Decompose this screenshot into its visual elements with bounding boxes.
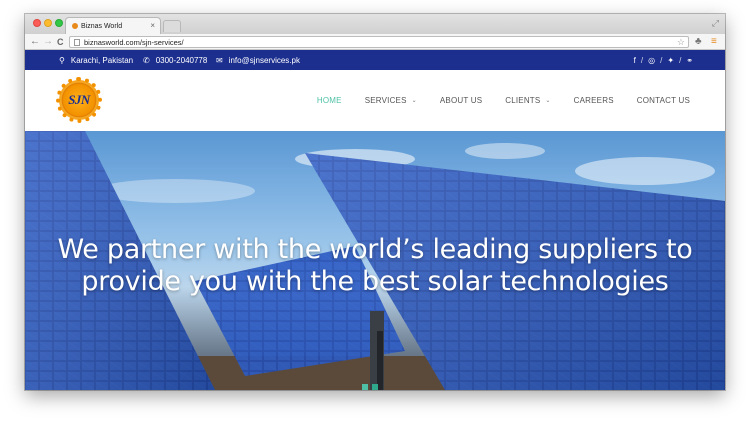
hero-slider: We partner with the world’s leading supp… (25, 131, 725, 390)
phone-icon: ✆ (143, 55, 150, 65)
tab-strip: Biznas World × ⤢ (25, 14, 725, 34)
maximize-window-button[interactable] (55, 19, 63, 27)
browser-tab[interactable]: Biznas World × (65, 17, 161, 34)
close-window-button[interactable] (33, 19, 41, 27)
instagram-icon[interactable]: ◎ (648, 56, 655, 65)
browser-window: Biznas World × ⤢ ← → C biznasworld.com/s… (25, 14, 725, 390)
tab-close-icon[interactable]: × (150, 21, 155, 30)
slider-dots (362, 384, 382, 390)
social-links: f / ◎ / ✦ / ⚭ (633, 55, 693, 65)
url-text: biznasworld.com/sjn-services/ (84, 38, 184, 47)
location-text: Karachi, Pakistan (70, 55, 134, 65)
nav-home[interactable]: HOME (317, 96, 342, 105)
chevron-down-icon: ⌄ (545, 98, 551, 104)
email-info[interactable]: ✉ info@sjnservices.pk (216, 50, 300, 70)
favicon-icon (72, 23, 78, 29)
reload-button[interactable]: C (57, 35, 64, 49)
minimize-window-button[interactable] (44, 19, 52, 27)
twitter-icon[interactable]: ✦ (667, 56, 674, 65)
site-header: SJN HOME SERVICES ⌄ ABOUT US CLIENTS ⌄ CAR… (25, 70, 725, 131)
nav-services[interactable]: SERVICES ⌄ (365, 96, 417, 105)
tab-title: Biznas World (81, 22, 123, 30)
back-button[interactable]: ← (30, 35, 40, 49)
forward-button[interactable]: → (43, 35, 53, 49)
location-info: ⚲ Karachi, Pakistan (59, 50, 133, 70)
nav-careers[interactable]: CAREERS (574, 96, 614, 105)
envelope-icon: ✉ (216, 55, 223, 65)
slider-dot[interactable] (362, 384, 368, 390)
hero-headline: We partner with the world’s leading supp… (57, 234, 693, 297)
main-nav: HOME SERVICES ⌄ ABOUT US CLIENTS ⌄ CAREERS… (294, 70, 690, 131)
email-text: info@sjnservices.pk (228, 55, 300, 65)
logo-text: SJN (68, 92, 90, 107)
bookmark-star-icon[interactable]: ☆ (677, 37, 685, 48)
nav-contact-us[interactable]: CONTACT US (637, 96, 690, 105)
menu-icon[interactable]: ≡ (711, 35, 717, 49)
nav-about-us[interactable]: ABOUT US (440, 96, 482, 105)
link-icon[interactable]: ⚭ (686, 56, 693, 65)
logo[interactable]: SJN (56, 77, 102, 123)
browser-toolbar: ← → C biznasworld.com/sjn-services/ ☆ ♣ … (25, 34, 725, 50)
phone-text: 0300-2040778 (155, 55, 208, 65)
facebook-icon[interactable]: f (634, 56, 636, 65)
nav-clients[interactable]: CLIENTS ⌄ (505, 96, 550, 105)
new-tab-button[interactable] (163, 20, 181, 32)
slider-dot-active[interactable] (372, 384, 378, 390)
contact-topbar: ⚲ Karachi, Pakistan ✆ 0300-2040778 ✉ inf… (25, 50, 725, 70)
address-bar[interactable]: biznasworld.com/sjn-services/ ☆ (69, 36, 689, 48)
extension-icon[interactable]: ♣ (695, 35, 702, 49)
map-marker-icon: ⚲ (59, 55, 65, 65)
fullscreen-icon[interactable]: ⤢ (712, 18, 719, 29)
phone-info[interactable]: ✆ 0300-2040778 (143, 50, 207, 70)
page-icon (74, 39, 80, 46)
chevron-down-icon: ⌄ (411, 98, 417, 104)
